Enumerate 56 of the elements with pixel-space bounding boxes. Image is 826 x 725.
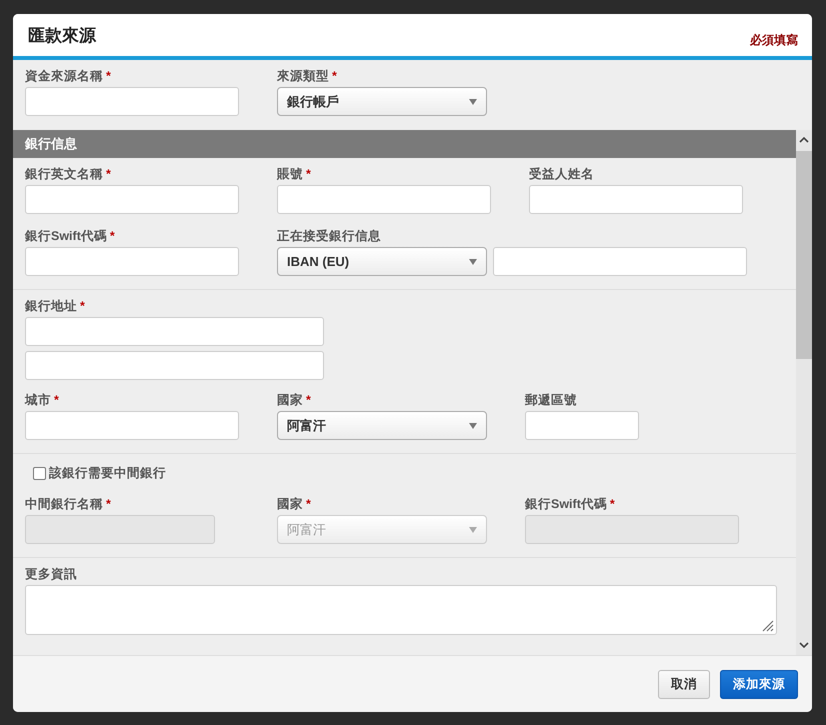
required-mark: * <box>106 497 111 511</box>
text-field[interactable] <box>25 411 239 440</box>
caret-icon <box>469 98 477 104</box>
required-mark: * <box>54 393 59 407</box>
resize-grip-icon <box>762 620 774 632</box>
required-mark: * <box>610 497 615 511</box>
field-label: 正在接受銀行信息 <box>277 229 381 243</box>
field-label: 中間銀行名稱 <box>25 497 103 511</box>
text-field[interactable] <box>277 185 491 214</box>
caret-icon <box>469 526 477 532</box>
scrollbar[interactable] <box>796 130 812 655</box>
text-field[interactable] <box>529 185 743 214</box>
text-field[interactable] <box>493 247 747 276</box>
required-mark: * <box>332 69 337 83</box>
cancel-button[interactable]: 取消 <box>658 670 710 698</box>
field-label: 銀行Swift代碼 <box>25 229 107 243</box>
field-label: 國家 <box>277 393 303 407</box>
add-button[interactable]: 添加來源 <box>720 670 798 698</box>
required-mark: * <box>306 167 311 181</box>
text-field[interactable] <box>25 185 239 214</box>
field-label: 城市 <box>25 393 51 407</box>
caret-icon <box>469 258 477 264</box>
field-label: 受益人姓名 <box>529 167 594 181</box>
field-label: 銀行Swift代碼 <box>525 497 607 511</box>
field-label: 郵遞區號 <box>525 393 577 407</box>
text-field[interactable] <box>25 247 239 276</box>
required-note: 必須填寫 <box>750 32 798 48</box>
text-field[interactable] <box>25 351 324 380</box>
checkbox-label: 該銀行需要中間銀行 <box>49 465 166 482</box>
scrollbar-thumb[interactable] <box>796 151 812 359</box>
field-label: 國家 <box>277 497 303 511</box>
dialog-title: 匯款來源 <box>28 24 96 46</box>
scroll-down-icon[interactable] <box>799 642 809 649</box>
required-mark: * <box>80 299 85 313</box>
required-mark: * <box>306 497 311 511</box>
dropdown[interactable]: 銀行帳戶 <box>277 87 487 116</box>
field-label: 資金來源名稱 <box>25 69 103 83</box>
caret-icon <box>469 422 477 428</box>
scroll-up-icon[interactable] <box>799 136 809 143</box>
field-label: 更多資訊 <box>25 567 77 581</box>
required-mark: * <box>110 229 115 243</box>
field-label: 銀行英文名稱 <box>25 167 103 181</box>
section-header: 銀行信息 <box>13 130 796 158</box>
field-label: 銀行地址 <box>25 299 77 313</box>
field-label: 來源類型 <box>277 69 329 83</box>
text-field[interactable] <box>25 87 239 116</box>
dropdown[interactable]: 阿富汗 <box>277 411 487 440</box>
required-mark: * <box>306 393 311 407</box>
required-mark: * <box>106 167 111 181</box>
text-field[interactable] <box>25 317 324 346</box>
checkbox[interactable] <box>33 467 46 480</box>
dropdown[interactable]: IBAN (EU) <box>277 247 487 276</box>
text-field[interactable] <box>525 411 639 440</box>
text-area[interactable] <box>25 585 777 635</box>
required-mark: * <box>106 69 111 83</box>
field-label: 賬號 <box>277 167 303 181</box>
